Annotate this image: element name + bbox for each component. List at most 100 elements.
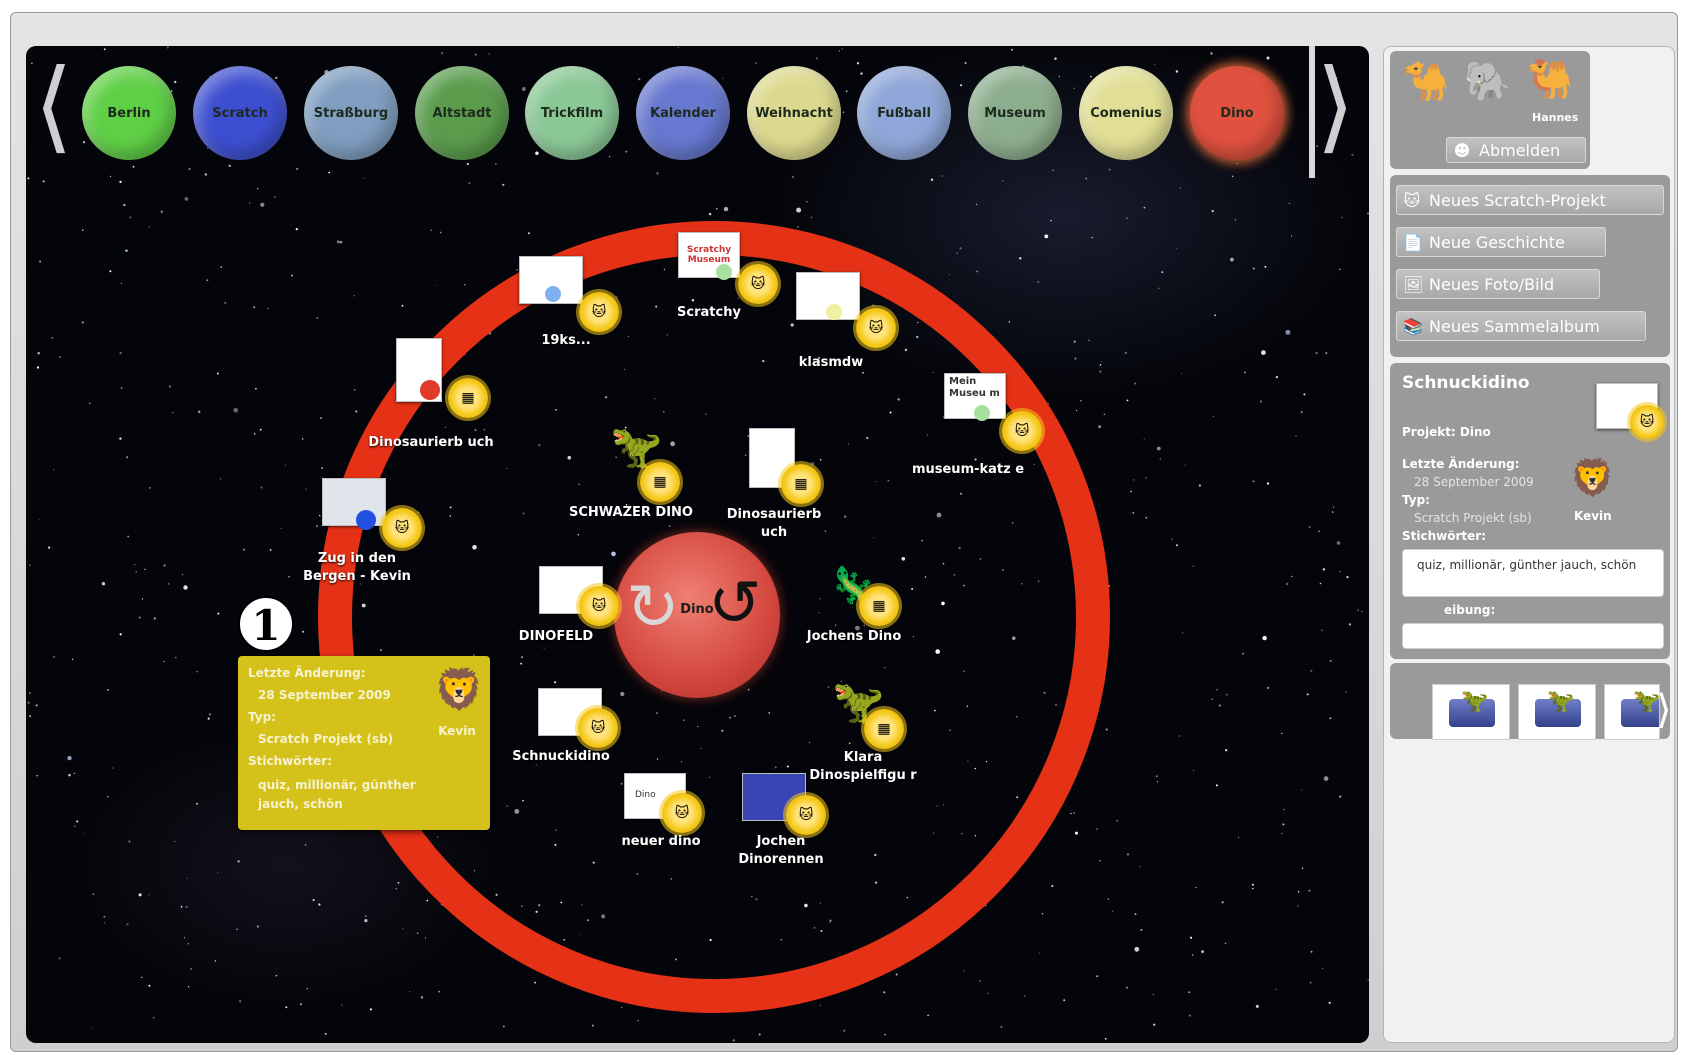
inner-item-jochens-dino[interactable]: 🦎 ▦ Jochens Dino (799, 568, 929, 658)
star (1073, 812, 1075, 815)
new-album-button[interactable]: 📚 Neues Sammelalbum (1396, 311, 1646, 341)
star (1211, 209, 1214, 213)
category-scratch[interactable]: Scratch (193, 66, 287, 160)
inner-item-schwazer-dino[interactable]: 🦖 ▦ SCHWAZER DINO (569, 426, 726, 546)
star (755, 62, 757, 64)
orbit-item-zug-in-den-bergen[interactable]: 🐱 Zug in den Bergen - Kevin (303, 478, 452, 628)
category-trickfilm[interactable]: Trickfilm (525, 66, 619, 160)
star (341, 1004, 343, 1006)
strip-next-arrow-icon[interactable]: ⟩ (1656, 680, 1672, 740)
new-scratch-project-button[interactable]: 🐱 Neues Scratch-Projekt (1396, 185, 1664, 215)
details-keywords-field[interactable]: quiz, millionär, günther jauch, schön (1402, 549, 1664, 597)
star (73, 825, 76, 827)
star (217, 872, 219, 874)
star (1322, 968, 1324, 970)
strip-thumbnail-3[interactable]: 🦖 (1604, 684, 1660, 740)
star (274, 196, 276, 198)
user-avatar-elephant-icon[interactable]: 🐘 (1464, 61, 1511, 101)
star (1158, 287, 1160, 289)
star (109, 270, 112, 273)
category-label: Kalender (650, 105, 716, 121)
category-dino-selected[interactable]: Dino (1190, 66, 1284, 160)
star (305, 488, 307, 490)
details-description-field[interactable] (1402, 623, 1664, 649)
star (1308, 526, 1311, 528)
star (101, 582, 106, 586)
orbit-item-scratchy[interactable]: Scratchy Museum 🐱 Scratchy (666, 232, 796, 342)
star (1323, 776, 1329, 781)
star (1188, 1014, 1192, 1017)
star (420, 996, 424, 999)
star (1224, 942, 1227, 945)
star (328, 171, 331, 174)
star (318, 903, 321, 906)
status-dot (420, 380, 440, 400)
category-fussball[interactable]: Fußball (857, 66, 951, 160)
project-universe-view[interactable]: ⟨ ⟩ Berlin Scratch Straßburg Altstadt Tr… (26, 46, 1369, 1043)
star (228, 164, 231, 167)
category-altstadt[interactable]: Altstadt (415, 66, 509, 160)
star (1226, 694, 1228, 696)
category-weihnacht[interactable]: Weihnacht (747, 66, 841, 160)
orbit-item-klasmdw[interactable]: 🐱 klasmdw (796, 272, 926, 382)
tooltip-type-value: Scratch Projekt (sb) (258, 732, 394, 746)
user-avatar-camel-icon[interactable]: 🐪 (1402, 61, 1449, 101)
star (249, 202, 251, 204)
category-label: Trickfilm (540, 105, 604, 121)
star (302, 630, 305, 633)
category-next-arrow-icon[interactable]: ⟩ (1316, 56, 1355, 156)
star (316, 317, 318, 319)
star (979, 980, 981, 982)
category-comenius[interactable]: Comenius (1079, 66, 1173, 160)
star (1216, 689, 1218, 691)
inner-item-dinofeld[interactable]: 🐱 DINOFELD (511, 566, 641, 656)
star (53, 655, 56, 658)
star (842, 111, 845, 113)
star (1156, 446, 1161, 451)
star (1143, 206, 1146, 209)
star (1339, 268, 1341, 270)
inner-item-neuer-dino[interactable]: Dino 🐱 neuer dino (596, 773, 726, 863)
star (71, 658, 74, 660)
star (1288, 202, 1291, 205)
star (183, 937, 185, 939)
new-story-button[interactable]: 📄 Neue Geschichte (1396, 227, 1606, 257)
category-strassburg[interactable]: Straßburg (304, 66, 398, 160)
star (364, 919, 368, 923)
orbit-item-dinosaurierbuch[interactable]: ▦ Dinosaurierb uch (368, 338, 526, 468)
category-museum[interactable]: Museum (968, 66, 1062, 160)
star (1126, 986, 1128, 989)
star (1152, 994, 1154, 996)
star (1267, 686, 1270, 690)
star (1231, 175, 1234, 177)
category-berlin[interactable]: Berlin (82, 66, 176, 160)
strip-thumbnail-2[interactable]: 🦖 (1518, 684, 1596, 740)
new-photo-button[interactable]: 🖼 Neues Foto/Bild (1396, 269, 1600, 299)
details-last-change-value: 28 September 2009 (1414, 475, 1534, 489)
category-prev-arrow-icon[interactable]: ⟨ (34, 56, 73, 156)
scratch-cat-icon: 🐱 (579, 586, 619, 626)
star (369, 1008, 373, 1011)
user-avatar-hannes-icon[interactable]: 🐫 (1526, 59, 1573, 99)
star (503, 1025, 505, 1028)
strip-thumbnail-1[interactable]: 🦖 (1432, 684, 1510, 740)
item-label: museum-katz e (911, 462, 1025, 477)
star (1367, 212, 1369, 215)
inner-item-schnuckidino[interactable]: 🐱 Schnuckidino (506, 688, 636, 778)
item-label: Scratchy (677, 305, 741, 320)
star (353, 389, 356, 391)
star (166, 46, 169, 49)
rotate-right-arrow-icon[interactable]: ↺ (708, 572, 762, 636)
logout-button[interactable]: ☻ Abmelden (1446, 137, 1586, 163)
inner-item-dinosaurierbuch[interactable]: ▦ Dinosaurierb uch (727, 428, 859, 578)
inner-item-jochen-dinorennen[interactable]: 🐱 Jochen Dinorennen (716, 773, 846, 883)
star (167, 583, 170, 585)
star (1315, 352, 1318, 355)
star (1153, 1023, 1156, 1026)
orbit-item-museum-katze[interactable]: Mein Museu m 🐱 museum-katz e (912, 373, 1074, 513)
star (29, 692, 31, 694)
star (1179, 187, 1181, 189)
category-kalender[interactable]: Kalender (636, 66, 730, 160)
star (119, 633, 122, 636)
star (1145, 477, 1147, 479)
